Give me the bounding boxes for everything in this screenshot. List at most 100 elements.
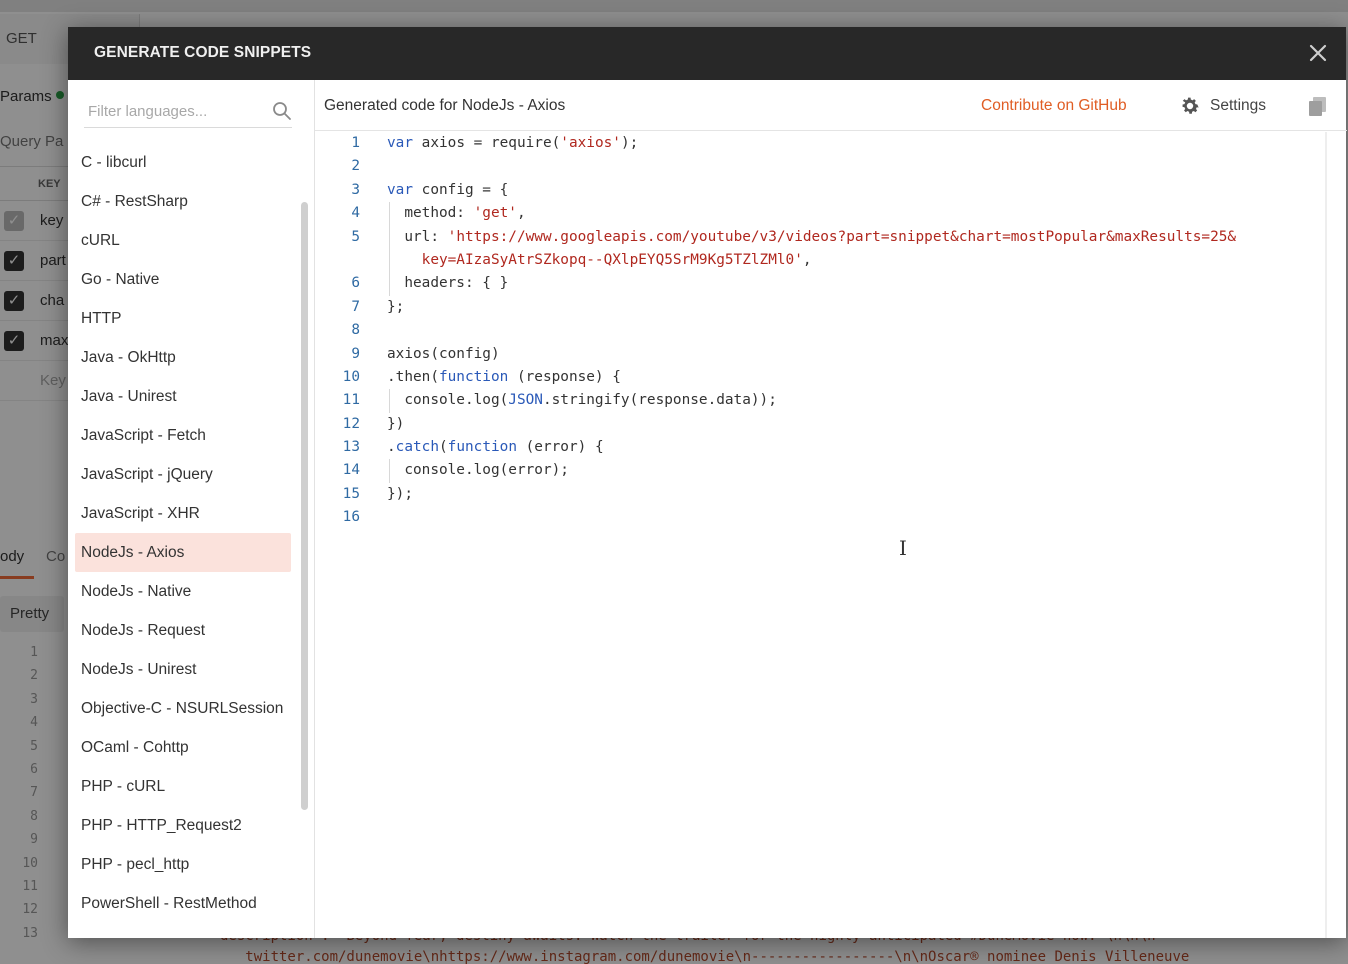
code-line: 6 headers: { }	[315, 272, 1347, 296]
line-number: 15	[342, 485, 360, 502]
code-token: .	[387, 439, 396, 456]
code-text: });	[387, 483, 413, 506]
contribute-github-link[interactable]: Contribute on GitHub	[981, 97, 1127, 115]
code-token: console.log(	[387, 392, 509, 409]
code-line: 1 var axios = require('axios');	[315, 132, 1347, 155]
language-item[interactable]: cURL	[75, 221, 291, 260]
code-token: });	[387, 485, 413, 502]
code-line: 16	[315, 506, 1347, 529]
code-token: axios(config)	[387, 345, 500, 362]
language-item[interactable]: JavaScript - jQuery	[75, 455, 291, 494]
code-token: key=AIzaSyAtrSZkopq--QXlpEYQ5SrM9Kg5TZlZ…	[387, 251, 803, 268]
language-list: C - libcurl C# - RestSharp cURL Go - Native…	[75, 143, 291, 923]
line-number: 8	[351, 322, 360, 339]
code-token: );	[620, 135, 639, 151]
modal-header: GENERATE CODE SNIPPETS	[68, 27, 1346, 80]
language-item[interactable]: PHP - cURL	[75, 767, 291, 806]
language-item[interactable]: Objective-C - NSURLSession	[75, 689, 291, 728]
line-number: 13	[342, 439, 360, 456]
code-token: var	[387, 181, 413, 198]
code-token: (response) {	[508, 368, 621, 385]
code-token: method:	[387, 205, 474, 222]
code-text: .then(function (response) {	[387, 366, 621, 389]
line-number: 12	[342, 415, 360, 432]
sidebar-scrollbar[interactable]	[301, 202, 308, 810]
code-token: function	[447, 439, 517, 456]
language-item[interactable]: Go - Native	[75, 260, 291, 299]
language-item[interactable]: OCaml - Cohttp	[75, 728, 291, 767]
code-text: var config = {	[387, 179, 508, 202]
code-line: 5 url: 'https://www.googleapis.com/youtu…	[315, 225, 1347, 249]
code-token: headers: { }	[387, 275, 509, 292]
code-line: 13 .catch(function (error) {	[315, 436, 1347, 459]
code-text: method: 'get',	[387, 202, 526, 225]
language-item[interactable]: HTTP	[75, 299, 291, 338]
code-line: 10 .then(function (response) {	[315, 366, 1347, 389]
code-line: 4 method: 'get',	[315, 202, 1347, 226]
code-text: console.log(error);	[387, 459, 569, 482]
line-number: 2	[351, 158, 360, 175]
language-item[interactable]: PowerShell - RestMethod	[75, 884, 291, 923]
code-token: .stringify(response.data));	[542, 392, 777, 409]
filter-languages-input[interactable]	[88, 100, 248, 122]
code-text: var axios = require('axios');	[387, 132, 638, 155]
code-line: 7};	[315, 296, 1347, 319]
code-text: headers: { }	[387, 272, 508, 295]
code-token: ,	[516, 205, 526, 222]
code-token: console.log(error);	[387, 462, 569, 479]
code-token: 'get'	[473, 205, 517, 222]
language-item[interactable]: Java - OkHttp	[75, 338, 291, 377]
line-number: 14	[342, 462, 360, 479]
code-line: 14 console.log(error);	[315, 459, 1347, 483]
search-icon[interactable]	[272, 101, 292, 121]
line-number: 9	[351, 345, 360, 362]
code-token: url:	[387, 228, 448, 245]
language-item[interactable]: NodeJs - Unirest	[75, 650, 291, 689]
code-text: url: 'https://www.googleapis.com/youtube…	[387, 226, 1236, 249]
language-item[interactable]: JavaScript - Fetch	[75, 416, 291, 455]
code-token: axios = require(	[413, 135, 561, 151]
language-item[interactable]: PHP - pecl_http	[75, 845, 291, 884]
code-line: 9 axios(config)	[315, 343, 1347, 366]
settings-label: Settings	[1210, 97, 1267, 114]
line-number: 11	[342, 392, 360, 409]
code-panel: Generated code for NodeJs - Axios Contri…	[314, 80, 1347, 938]
code-scrollbar[interactable]	[1325, 132, 1327, 938]
language-item[interactable]: NodeJs - Axios	[75, 533, 291, 572]
code-token: config = {	[413, 181, 509, 198]
code-text: .catch(function (error) {	[387, 436, 604, 459]
code-line: 12})	[315, 413, 1347, 436]
code-line: key=AIzaSyAtrSZkopq--QXlpEYQ5SrM9Kg5TZlZ…	[315, 248, 1347, 273]
code-token: .then(	[387, 368, 439, 385]
language-item[interactable]: Java - Unirest	[75, 377, 291, 416]
language-item[interactable]: JavaScript - XHR	[75, 494, 291, 533]
line-number: 10	[342, 368, 360, 385]
code-token: var	[387, 135, 413, 151]
code-text: };	[387, 296, 404, 319]
line-number: 4	[351, 205, 360, 222]
gear-icon	[1182, 97, 1199, 114]
language-item[interactable]: C# - RestSharp	[75, 182, 291, 221]
copy-icon	[1309, 97, 1326, 116]
copy-button[interactable]	[1307, 95, 1329, 117]
code-toolbar: Generated code for NodeJs - Axios Contri…	[315, 80, 1347, 131]
language-sidebar: C - libcurlC# - RestSharpcURLGo - Native…	[68, 80, 314, 938]
code-line: 8	[315, 319, 1347, 342]
code-editor[interactable]: 1 var axios = require('axios'); 2 3 var conf…	[315, 132, 1347, 938]
line-number: 6	[351, 275, 360, 292]
generated-code-title: Generated code for NodeJs - Axios	[324, 97, 566, 114]
language-item[interactable]: NodeJs - Native	[75, 572, 291, 611]
code-token: ,	[802, 251, 812, 268]
close-icon	[1309, 44, 1327, 62]
code-token: 'https://www.googleapis.com/youtube/v3/v…	[447, 228, 1237, 245]
code-text: axios(config)	[387, 343, 500, 366]
code-text: key=AIzaSyAtrSZkopq--QXlpEYQ5SrM9Kg5TZlZ…	[387, 249, 812, 272]
close-button[interactable]	[1306, 41, 1330, 65]
language-item[interactable]: NodeJs - Request	[75, 611, 291, 650]
code-token: (	[439, 439, 448, 456]
language-item[interactable]: C - libcurl	[75, 143, 291, 182]
line-number: 1	[351, 135, 360, 151]
code-line: 15});	[315, 483, 1347, 506]
modal-title: GENERATE CODE SNIPPETS	[94, 44, 312, 61]
language-item[interactable]: PHP - HTTP_Request2	[75, 806, 291, 845]
